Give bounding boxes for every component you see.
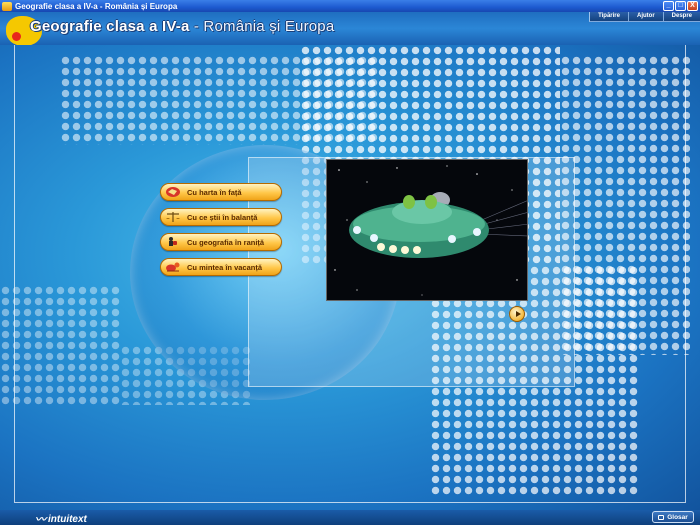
brand-logo: 〰 intuitext [35, 511, 87, 525]
menu-item-scales[interactable]: Cu ce știi în balanță [160, 208, 282, 226]
menu-item-label: Cu ce știi în balanță [187, 212, 258, 222]
nav-help[interactable]: Ajutor [627, 12, 663, 22]
close-button[interactable]: X [687, 1, 698, 11]
app-title-subtitle: România și Europa [203, 18, 335, 35]
main-menu: Cu harta în față Cu ce știi în balanță C… [160, 183, 282, 276]
nav-print[interactable]: Tipărire [589, 12, 628, 22]
maximize-button[interactable]: □ [675, 1, 686, 11]
menu-item-map[interactable]: Cu harta în față [160, 183, 282, 201]
book-icon [658, 514, 665, 520]
brand-name: intuitext [48, 513, 87, 525]
ufo-animation-frame [334, 165, 527, 296]
nav-about[interactable]: Despre [662, 12, 700, 22]
app-window: Geografie clasa a IV-a - România și Euro… [0, 0, 700, 525]
app-header: Geografie clasa a IV-a - România și Euro… [0, 12, 700, 46]
video-player[interactable] [326, 159, 528, 301]
menu-item-backpack[interactable]: Cu geografia în raniță [160, 233, 282, 251]
menu-item-label: Cu geografia în raniță [187, 237, 265, 247]
menu-item-vacation[interactable]: Cu mintea în vacanță [160, 258, 282, 276]
scales-icon [165, 211, 181, 223]
glossary-button[interactable]: Glosar [652, 511, 694, 523]
play-button[interactable] [509, 306, 525, 322]
app-icon [2, 1, 12, 11]
app-title-main: Geografie clasa a IV-a [30, 18, 190, 35]
app-title-separator: - [189, 18, 204, 35]
top-nav: Tipărire Ajutor Despre [589, 12, 700, 22]
glossary-label: Glosar [667, 513, 688, 521]
menu-item-label: Cu harta în față [187, 187, 242, 197]
backpack-icon [165, 236, 181, 248]
minimize-button[interactable]: _ [663, 1, 674, 11]
window-titlebar: Geografie clasa a IV-a - România și Euro… [0, 0, 700, 12]
vacation-icon [165, 261, 181, 273]
menu-item-label: Cu mintea în vacanță [187, 262, 263, 272]
window-controls: _ □ X [663, 1, 698, 11]
logo-dot-icon [12, 32, 21, 41]
app-footer: 〰 intuitext Glosar [0, 510, 700, 525]
map-icon [165, 186, 181, 198]
brand-swirl-icon: 〰 [35, 514, 46, 525]
window-title: Geografie clasa a IV-a - România și Euro… [15, 1, 178, 11]
play-icon [515, 311, 521, 317]
app-title: Geografie clasa a IV-a - România și Euro… [30, 18, 334, 35]
